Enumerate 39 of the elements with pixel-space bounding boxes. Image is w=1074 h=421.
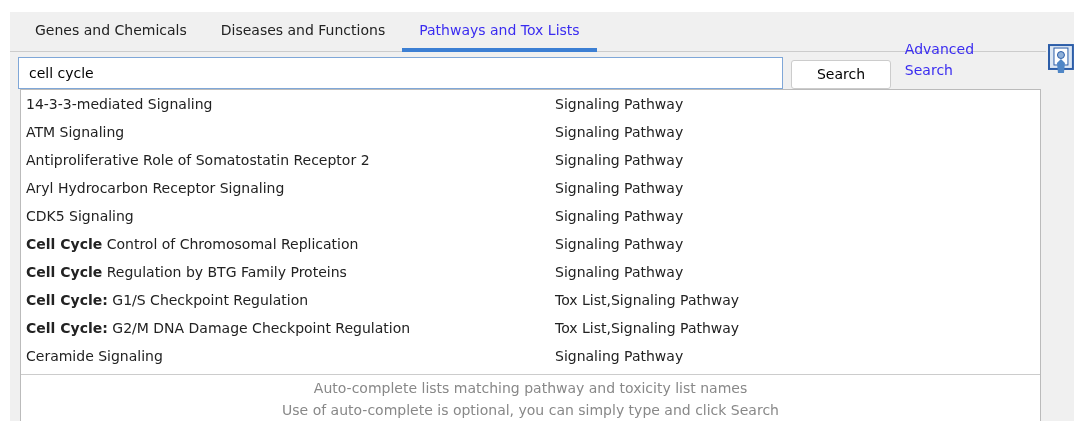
suggestion-row[interactable]: Cell Cycle: G2/M DNA Damage Checkpoint Regulation Tox List,Signaling Pathway [21,314,1040,342]
pathway-name: Antiproliferative Role of Somatostatin Receptor 2 [26,150,371,170]
hint-text: Use of auto-complete is optional, you can simply type and click Search [281,401,780,420]
pathway-type: Signaling Pathway [555,262,684,282]
pathway-type: Signaling Pathway [555,94,684,114]
pathway-type: Signaling Pathway [555,178,684,198]
pathway-name: 14-3-3-mediated Signaling [26,94,214,114]
pathway-type: Signaling Pathway [555,150,684,170]
suggestion-row[interactable]: CDK5 Signaling Signaling Pathway [21,202,1040,230]
advanced-search-link[interactable]: Advanced Search [904,38,1027,81]
suggestion-row[interactable]: Ceramide Signaling Signaling Pathway [21,342,1040,370]
suggestion-row[interactable]: Cell Cycle Control of Chromosomal Replication Signaling Pathway [21,230,1040,258]
pathway-type: Tox List,Signaling Pathway [555,318,740,338]
search-field[interactable]: cell cycle [18,56,784,89]
pathway-name: ATM Signaling [26,122,126,142]
suggestion-row[interactable]: Cell Cycle Regulation by BTG Family Proteins Signaling Pathway [21,258,1040,286]
pathway-name: Ceramide Signaling [26,346,164,366]
hint-text: Auto-complete lists matching pathway and toxicity list names [312,379,749,398]
pathway-name: Aryl Hydrocarbon Receptor Signaling [26,178,286,198]
pathway-name: Cell Cycle: G1/S Checkpoint Regulation [26,290,310,310]
pathway-type: Signaling Pathway [555,346,684,366]
pathway-type: Signaling Pathway [555,234,684,254]
suggestion-row[interactable]: Cell Cycle: G1/S Checkpoint Regulation Tox List,Signaling Pathway [21,286,1040,314]
tab[interactable]: Diseases and Functions [203,12,403,52]
pathway-type: Signaling Pathway [555,206,684,226]
suggestion-row[interactable]: Antiproliferative Role of Somatostatin Receptor 2 Signaling Pathway [21,146,1040,174]
tab[interactable]: Pathways and Tox Lists [402,12,597,52]
pathway-type: Tox List,Signaling Pathway [555,290,740,310]
suggestion-row[interactable]: Aryl Hydrocarbon Receptor Signaling Signaling Pathway [21,174,1040,202]
pathway-name: Cell Cycle Control of Chromosomal Replication [26,234,360,254]
pathway-name: CDK5 Signaling [26,206,135,226]
suggestion-row[interactable]: ATM Signaling Signaling Pathway [21,118,1040,146]
search-button[interactable]: Search [791,60,891,89]
pathway-name: Cell Cycle Regulation by BTG Family Proteins [26,262,348,282]
tab[interactable]: Genes and Chemicals [18,12,204,52]
pathway-type: Signaling Pathway [555,122,684,142]
pathway-name: Cell Cycle: G2/M DNA Damage Checkpoint Regulation [26,318,412,338]
person-badge-icon[interactable] [1048,43,1074,74]
suggestion-row[interactable]: 14-3-3-mediated Signaling Signaling Pathway [21,90,1040,118]
